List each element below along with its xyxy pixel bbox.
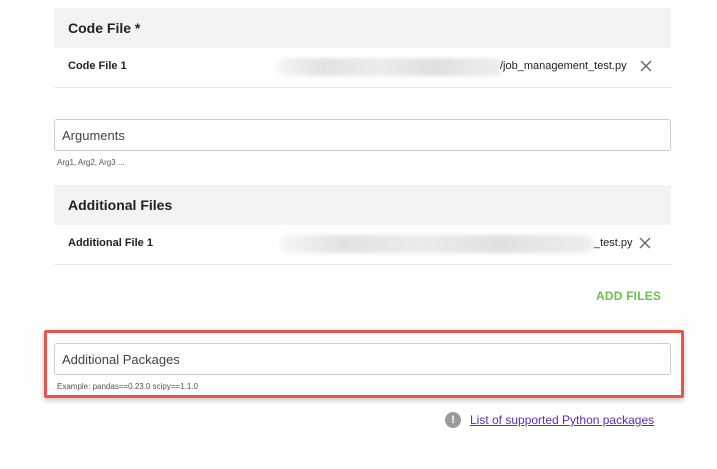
additional-files-header-title: Additional Files — [68, 197, 173, 213]
code-file-header: Code File * — [54, 8, 671, 48]
additional-packages-input[interactable] — [54, 343, 671, 375]
code-file-row: Code File 1 /job_management_test.py — [54, 48, 671, 88]
additional-packages-hint: Example: pandas==0.23.0 scipy==1.1.0 — [57, 382, 198, 391]
additional-file-label: Additional File 1 — [68, 237, 153, 249]
info-icon: ! — [445, 412, 461, 428]
code-file-name: /job_management_test.py — [500, 60, 627, 72]
redacted-file-path — [280, 235, 594, 253]
redacted-file-path — [276, 58, 504, 76]
arguments-hint: Arg1, Arg2, Arg3 ... — [57, 158, 125, 167]
additional-file-name: _test.py — [594, 237, 633, 249]
add-files-button[interactable]: ADD FILES — [596, 289, 661, 303]
arguments-input[interactable] — [54, 119, 671, 151]
additional-files-header: Additional Files — [54, 185, 671, 225]
additional-file-row: Additional File 1 _test.py — [54, 225, 671, 265]
code-file-header-title: Code File * — [68, 20, 141, 36]
supported-packages-link[interactable]: List of supported Python packages — [470, 413, 654, 427]
close-icon[interactable] — [637, 57, 655, 75]
close-icon[interactable] — [636, 234, 654, 252]
code-file-label: Code File 1 — [68, 60, 127, 72]
